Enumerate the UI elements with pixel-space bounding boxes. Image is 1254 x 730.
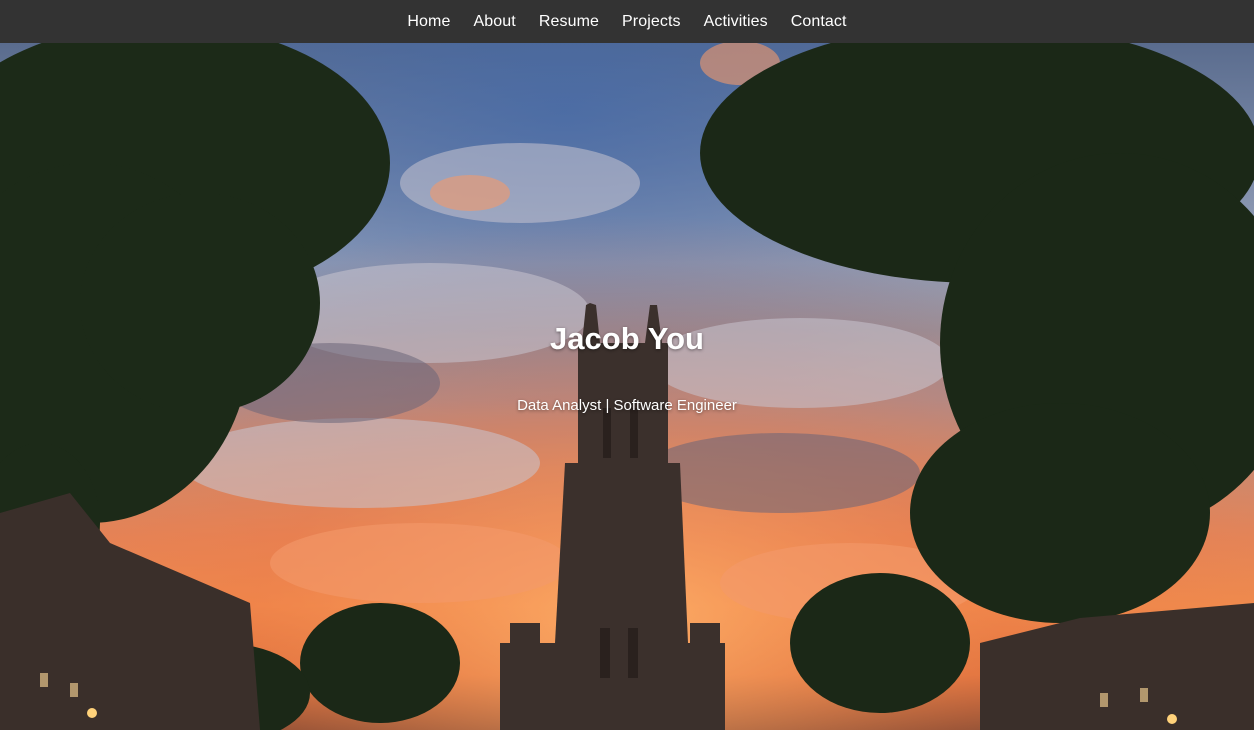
hero-section: Jacob You Data Analyst | Software Engine… [0,43,1254,730]
nav-item-activities: Activities [692,0,779,43]
nav-link-projects[interactable]: Projects [611,0,693,43]
nav-link-activities[interactable]: Activities [692,0,779,43]
hero-overlay: Jacob You Data Analyst | Software Engine… [0,43,1254,730]
nav-item-contact: Contact [779,0,858,43]
nav-list: Home About Resume Projects Activities Co… [396,0,858,43]
nav-item-about: About [462,0,527,43]
nav-item-projects: Projects [611,0,693,43]
nav-link-about[interactable]: About [462,0,527,43]
nav-item-resume: Resume [527,0,610,43]
nav-link-contact[interactable]: Contact [779,0,858,43]
hero-subtitle: Data Analyst | Software Engineer [517,397,737,414]
nav-link-home[interactable]: Home [396,0,462,43]
top-navbar: Home About Resume Projects Activities Co… [0,0,1254,43]
hero-title: Jacob You [550,321,704,356]
nav-link-resume[interactable]: Resume [527,0,610,43]
nav-item-home: Home [396,0,462,43]
